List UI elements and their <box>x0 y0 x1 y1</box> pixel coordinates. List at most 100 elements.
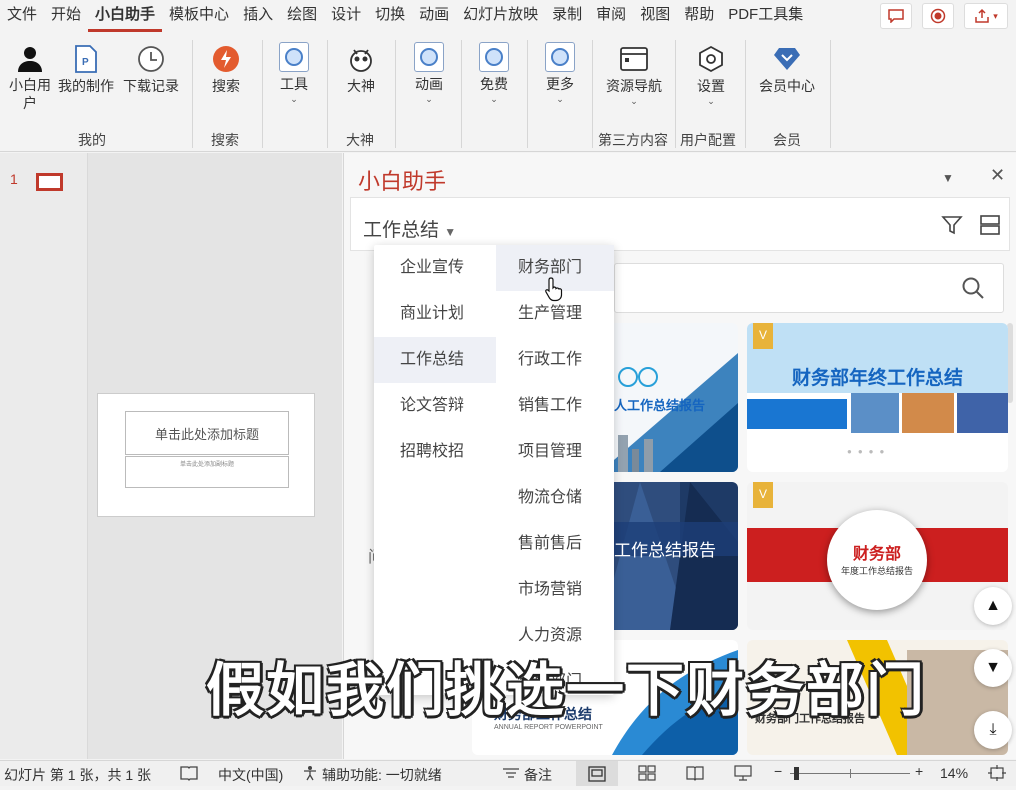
dropdown-item-active[interactable]: 工作总结 <box>374 337 496 383</box>
resource-nav-label: 资源导航 <box>606 78 662 94</box>
settings-label: 设置 <box>697 78 725 94</box>
slide-sorter-icon[interactable] <box>638 765 656 784</box>
resource-nav-button[interactable]: 资源导航 ⌄ <box>601 42 667 106</box>
slide[interactable]: 单击此处添加标题 单击此处添加副标题 <box>97 393 315 517</box>
search-ribbon-label: 搜索 <box>212 78 240 94</box>
menu-slideshow[interactable]: 幻灯片放映 <box>456 0 545 32</box>
my-works-label: 我的制作 <box>58 78 114 94</box>
membership-button[interactable]: 会员中心 <box>755 42 819 96</box>
more-icon <box>545 42 575 72</box>
slide-title-placeholder[interactable]: 单击此处添加标题 <box>125 411 289 455</box>
master-button[interactable]: 大神 <box>340 42 382 96</box>
menu-help[interactable]: 帮助 <box>677 0 721 32</box>
search-input[interactable] <box>614 263 1004 313</box>
scroll-bottom-icon[interactable]: ⤓ <box>974 711 1012 749</box>
user-account-button[interactable]: 小白用户 <box>6 42 54 112</box>
template-card[interactable]: V 财务部 年度工作总结报告 <box>747 482 1008 630</box>
zoom-level[interactable]: 14% <box>940 765 968 781</box>
panel-menu-icon[interactable]: ▼ <box>942 171 954 185</box>
animation-label: 动画 <box>415 76 443 92</box>
card-photo <box>851 393 899 433</box>
filter-icon[interactable] <box>941 214 963 239</box>
vip-badge: V <box>753 323 773 349</box>
card-subtitle: 年度工作总结报告 <box>840 566 913 576</box>
reading-view-icon[interactable] <box>686 765 704 784</box>
menu-view[interactable]: 视图 <box>633 0 677 32</box>
free-label: 免费 <box>480 76 508 92</box>
slide-subtitle-placeholder[interactable]: 单击此处添加副标题 <box>125 456 289 488</box>
search-icon[interactable] <box>961 276 985 300</box>
record-icon[interactable] <box>922 3 954 29</box>
dropdown-item[interactable]: 企业宣传 <box>374 245 496 291</box>
menu-design[interactable]: 设计 <box>324 0 368 32</box>
menu-template-center[interactable]: 模板中心 <box>162 0 236 32</box>
settings-button[interactable]: 设置 ⌄ <box>688 42 734 106</box>
dropdown-subitem[interactable]: 销售工作 <box>496 383 614 429</box>
my-works-button[interactable]: P 我的制作 <box>55 42 117 96</box>
ribbon-separator <box>461 40 462 148</box>
group-label-master: 大神 <box>346 132 374 148</box>
menu-animations[interactable]: 动画 <box>412 0 456 32</box>
ribbon-separator <box>262 40 263 148</box>
dropdown-item[interactable]: 论文答辩 <box>374 383 496 429</box>
ribbon-separator <box>527 40 528 148</box>
slide-thumbnail[interactable] <box>36 173 63 191</box>
menu-draw[interactable]: 绘图 <box>280 0 324 32</box>
menu-pdf-tools[interactable]: PDF工具集 <box>721 0 810 32</box>
dropdown-item[interactable]: 商业计划 <box>374 291 496 337</box>
slideshow-icon[interactable] <box>734 765 752 784</box>
dropdown-subitem[interactable]: 市场营销 <box>496 567 614 613</box>
share-icon[interactable]: ▾ <box>964 3 1008 29</box>
spellcheck-icon[interactable] <box>180 765 198 784</box>
menu-record[interactable]: 录制 <box>545 0 589 32</box>
template-card[interactable]: 工作总结报告 <box>600 482 738 630</box>
template-card[interactable]: V 财务部年终工作总结 ●●●● <box>747 323 1008 472</box>
svg-text:P: P <box>82 57 89 68</box>
comment-icon[interactable] <box>880 3 912 29</box>
notes-icon[interactable] <box>502 765 520 782</box>
zoom-out-button[interactable]: − <box>774 763 782 779</box>
category-selector[interactable]: 工作总结 ▼ <box>363 215 456 242</box>
card-photo <box>902 393 954 433</box>
search-ribbon-button[interactable]: 搜索 <box>202 42 250 96</box>
zoom-slider-thumb[interactable] <box>794 767 799 780</box>
fit-to-window-icon[interactable] <box>988 765 1006 784</box>
menu-xiaobai-assistant[interactable]: 小白助手 <box>88 0 163 32</box>
dropdown-subitem[interactable]: 售前售后 <box>496 521 614 567</box>
status-bar: 幻灯片 第 1 张，共 1 张 中文(中国) 辅助功能: 一切就绪 备注 − +… <box>0 760 1016 786</box>
animation-button[interactable]: 动画 ⌄ <box>408 40 450 104</box>
search-bolt-icon <box>211 42 241 76</box>
free-icon <box>479 42 509 72</box>
menu-file[interactable]: 文件 <box>0 0 44 32</box>
dropdown-item[interactable]: 招聘校招 <box>374 429 496 475</box>
template-card[interactable]: 人工作总结报告 <box>600 323 738 472</box>
free-button[interactable]: 免费 ⌄ <box>473 40 515 104</box>
notes-button[interactable]: 备注 <box>524 765 552 785</box>
layout-icon[interactable] <box>979 214 1001 239</box>
zoom-in-button[interactable]: + <box>915 763 923 779</box>
menu-transitions[interactable]: 切换 <box>368 0 412 32</box>
tools-button[interactable]: 工具 ⌄ <box>273 40 315 104</box>
dropdown-subitem[interactable]: 物流仓储 <box>496 475 614 521</box>
ribbon-separator <box>395 40 396 148</box>
close-icon[interactable]: ✕ <box>990 165 1005 186</box>
diamond-icon <box>773 42 801 76</box>
ribbon-separator <box>192 40 193 148</box>
normal-view-icon[interactable] <box>576 761 618 786</box>
menu-home[interactable]: 开始 <box>44 0 88 32</box>
scroll-up-icon[interactable]: ▲ <box>974 587 1012 625</box>
owl-icon <box>348 42 374 76</box>
language-status[interactable]: 中文(中国) <box>218 765 283 785</box>
more-button[interactable]: 更多 ⌄ <box>539 40 581 104</box>
menu-insert[interactable]: 插入 <box>236 0 280 32</box>
accessibility-icon[interactable] <box>302 765 318 784</box>
slide-info: 幻灯片 第 1 张，共 1 张 <box>4 767 152 783</box>
downloads-button[interactable]: 下载记录 <box>120 42 182 96</box>
menu-review[interactable]: 审阅 <box>589 0 633 32</box>
dropdown-subitem[interactable]: 项目管理 <box>496 429 614 475</box>
scroll-down-icon[interactable]: ▼ <box>974 649 1012 687</box>
vip-badge: V <box>753 482 773 508</box>
chevron-down-icon: ⌄ <box>490 94 498 104</box>
dropdown-subitem[interactable]: 行政工作 <box>496 337 614 383</box>
accessibility-status[interactable]: 辅助功能: 一切就绪 <box>322 765 442 785</box>
